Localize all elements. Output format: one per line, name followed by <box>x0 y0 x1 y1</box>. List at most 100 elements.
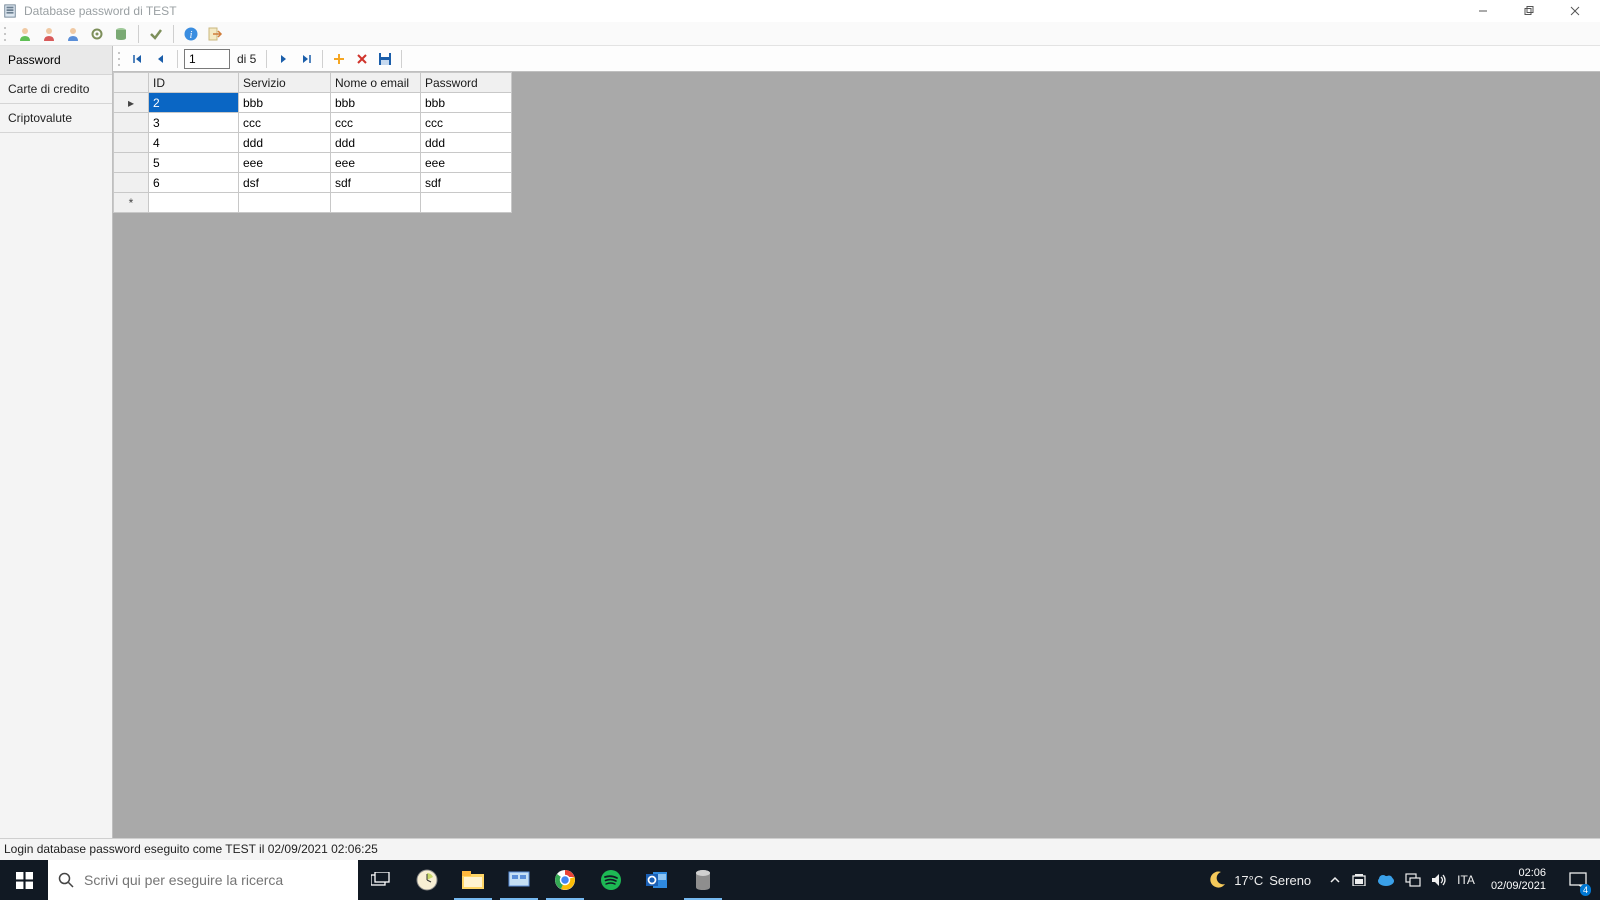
nav-delete-button[interactable] <box>352 49 372 69</box>
nav-save-button[interactable] <box>375 49 395 69</box>
tray-cloud-icon[interactable] <box>1377 874 1395 886</box>
user-red-icon[interactable] <box>39 24 59 44</box>
cell-nome[interactable]: ddd <box>331 133 421 153</box>
cell-nome[interactable]: eee <box>331 153 421 173</box>
cell-servizio[interactable]: eee <box>239 153 331 173</box>
tray-network-icon[interactable] <box>1405 873 1421 887</box>
moon-icon <box>1208 870 1228 890</box>
notifications-button[interactable]: 4 <box>1562 860 1594 900</box>
close-button[interactable] <box>1552 0 1598 22</box>
nav-position-input[interactable] <box>184 49 230 69</box>
cell-nome[interactable]: ccc <box>331 113 421 133</box>
taskbar-app-spotify[interactable] <box>588 860 634 900</box>
nav-add-button[interactable] <box>329 49 349 69</box>
windows-taskbar: 17°C Sereno ITA <box>0 860 1600 900</box>
col-header-password[interactable]: Password <box>421 73 512 93</box>
database-icon[interactable] <box>111 24 131 44</box>
taskbar-search[interactable] <box>48 860 358 900</box>
task-view-button[interactable] <box>358 860 404 900</box>
check-icon[interactable] <box>146 24 166 44</box>
data-grid[interactable]: ID Servizio Nome o email Password ▸ 2 bb… <box>113 72 1600 213</box>
tray-language[interactable]: ITA <box>1457 873 1475 887</box>
status-bar: Login database password eseguito come TE… <box>0 838 1600 860</box>
user-green-icon[interactable] <box>15 24 35 44</box>
tray-volume-icon[interactable] <box>1431 873 1447 887</box>
main-toolbar: i <box>0 22 1600 46</box>
row-indicator[interactable] <box>114 153 149 173</box>
cell-password[interactable] <box>421 193 512 213</box>
nav-separator <box>177 50 178 68</box>
titlebar: Database password di TEST <box>0 0 1600 22</box>
cell-id[interactable]: 6 <box>149 173 239 193</box>
cell-nome[interactable]: bbb <box>331 93 421 113</box>
taskbar-weather[interactable]: 17°C Sereno <box>1200 870 1319 890</box>
cell-password[interactable]: bbb <box>421 93 512 113</box>
nav-next-button[interactable] <box>273 49 293 69</box>
minimize-button[interactable] <box>1460 0 1506 22</box>
window-controls <box>1460 0 1598 22</box>
cell-servizio[interactable]: bbb <box>239 93 331 113</box>
cell-servizio[interactable]: dsf <box>239 173 331 193</box>
nav-first-button[interactable] <box>128 49 148 69</box>
binding-navigator: di 5 <box>113 46 1600 72</box>
cell-servizio[interactable]: ddd <box>239 133 331 153</box>
table-row[interactable]: 4 ddd ddd ddd <box>114 133 512 153</box>
sidebar-item-password[interactable]: Password <box>0 46 112 75</box>
start-button[interactable] <box>0 860 48 900</box>
taskbar-app-clock[interactable] <box>404 860 450 900</box>
sidebar-item-crypto[interactable]: Criptovalute <box>0 104 112 133</box>
table-row[interactable]: 3 ccc ccc ccc <box>114 113 512 133</box>
user-blue-icon[interactable] <box>63 24 83 44</box>
cell-password[interactable]: ccc <box>421 113 512 133</box>
nav-separator <box>401 50 402 68</box>
sidebar-item-creditcards[interactable]: Carte di credito <box>0 75 112 104</box>
clock-date: 02/09/2021 <box>1491 880 1546 893</box>
taskbar-clock[interactable]: 02:06 02/09/2021 <box>1485 867 1552 893</box>
table-row[interactable]: 6 dsf sdf sdf <box>114 173 512 193</box>
col-header-id[interactable]: ID <box>149 73 239 93</box>
nav-separator <box>266 50 267 68</box>
maximize-button[interactable] <box>1506 0 1552 22</box>
cell-id[interactable] <box>149 193 239 213</box>
nav-separator <box>322 50 323 68</box>
table-new-row[interactable]: * <box>114 193 512 213</box>
nav-prev-button[interactable] <box>151 49 171 69</box>
cell-id[interactable]: 2 <box>149 93 239 113</box>
nav-last-button[interactable] <box>296 49 316 69</box>
cell-password[interactable]: sdf <box>421 173 512 193</box>
gear-icon[interactable] <box>87 24 107 44</box>
info-icon[interactable]: i <box>181 24 201 44</box>
cell-id[interactable]: 3 <box>149 113 239 133</box>
taskbar-app-outlook[interactable] <box>634 860 680 900</box>
table-row[interactable]: ▸ 2 bbb bbb bbb <box>114 93 512 113</box>
col-header-nome[interactable]: Nome o email <box>331 73 421 93</box>
cell-password[interactable]: eee <box>421 153 512 173</box>
taskbar-search-input[interactable] <box>84 872 348 888</box>
taskbar-app-database[interactable] <box>680 860 726 900</box>
cell-id[interactable]: 5 <box>149 153 239 173</box>
status-text: Login database password eseguito come TE… <box>4 842 378 856</box>
col-header-servizio[interactable]: Servizio <box>239 73 331 93</box>
cell-nome[interactable]: sdf <box>331 173 421 193</box>
row-indicator-new[interactable]: * <box>114 193 149 213</box>
cell-servizio[interactable]: ccc <box>239 113 331 133</box>
toolbar-separator <box>138 25 139 43</box>
taskbar-app-chrome[interactable] <box>542 860 588 900</box>
sidebar: Password Carte di credito Criptovalute <box>0 46 113 838</box>
table-row[interactable]: 5 eee eee eee <box>114 153 512 173</box>
cell-password[interactable]: ddd <box>421 133 512 153</box>
row-indicator[interactable] <box>114 133 149 153</box>
taskbar-app-explorer[interactable] <box>450 860 496 900</box>
exit-icon[interactable] <box>205 24 225 44</box>
row-indicator[interactable] <box>114 173 149 193</box>
grid-corner[interactable] <box>114 73 149 93</box>
taskbar-app-settings[interactable] <box>496 860 542 900</box>
cell-servizio[interactable] <box>239 193 331 213</box>
tray-chevron-icon[interactable] <box>1329 874 1341 886</box>
tray-battery-icon[interactable] <box>1351 874 1367 886</box>
row-indicator[interactable]: ▸ <box>114 93 149 113</box>
row-indicator[interactable] <box>114 113 149 133</box>
cell-id[interactable]: 4 <box>149 133 239 153</box>
cell-nome[interactable] <box>331 193 421 213</box>
navigator-grip <box>118 50 123 68</box>
